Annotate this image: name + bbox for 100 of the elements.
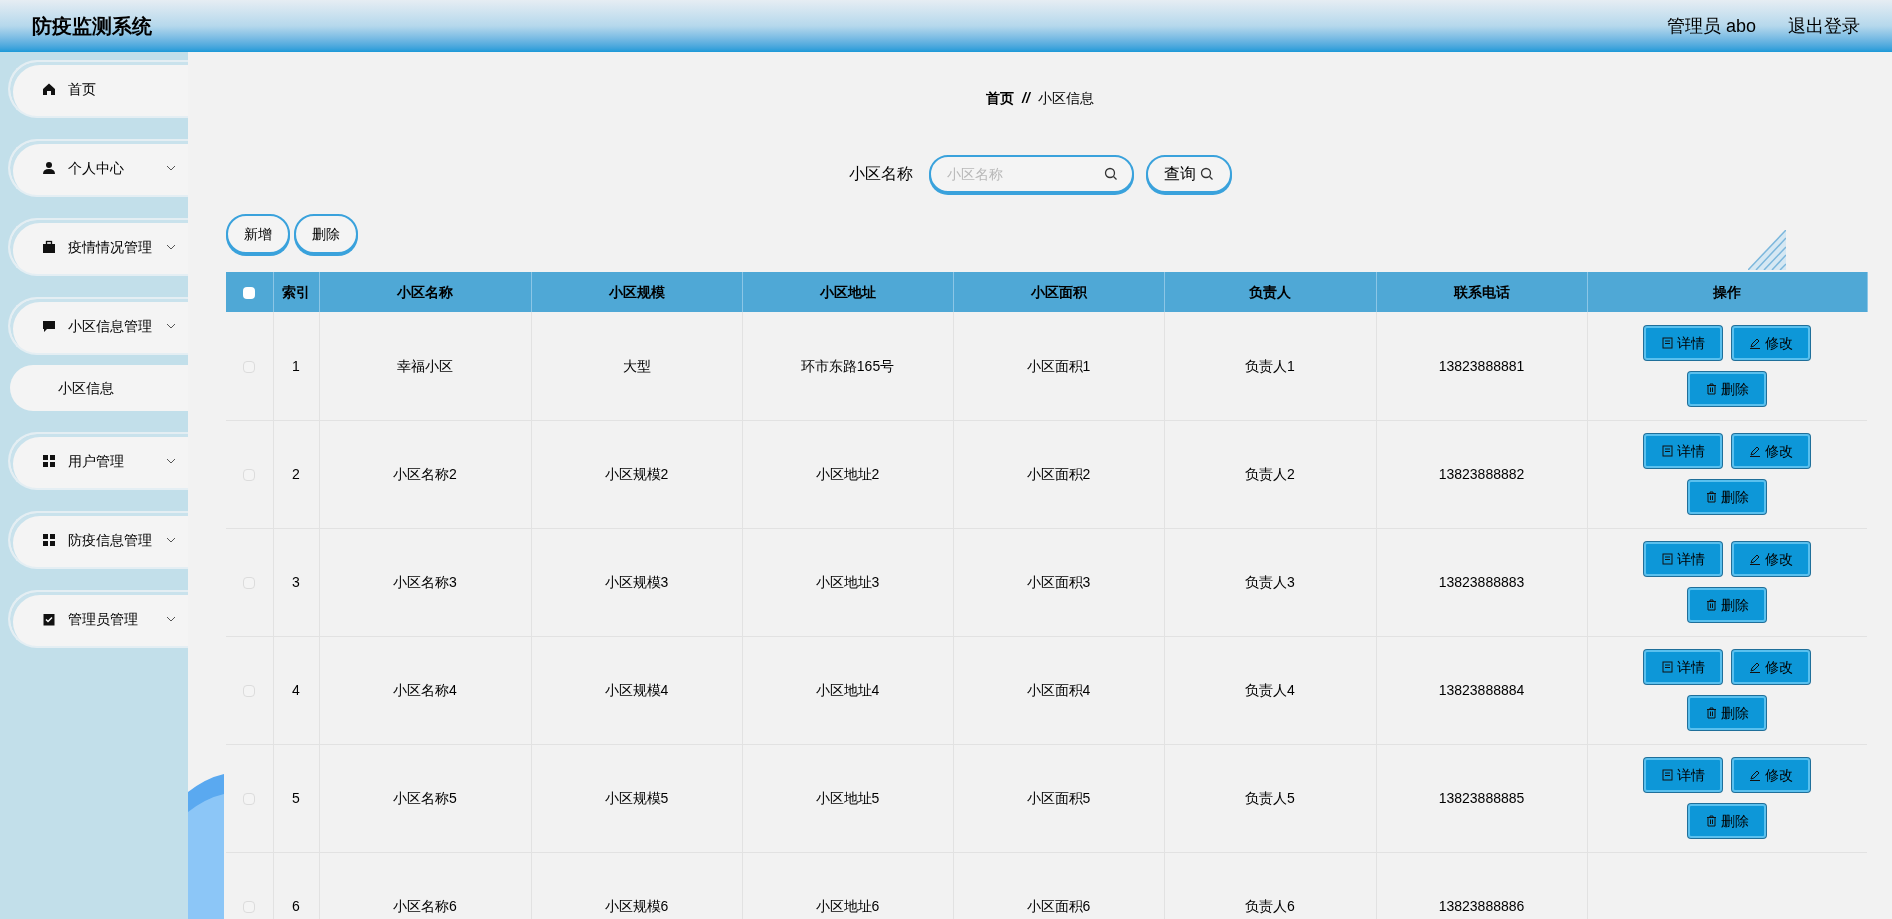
delete-button[interactable]: 删除 [1688, 588, 1767, 622]
breadcrumb-current: 小区信息 [1037, 89, 1094, 108]
menu-item[interactable]: 管理员管理 [8, 590, 188, 648]
trash-icon [1705, 599, 1717, 611]
column-header: 小区面积 [953, 272, 1164, 312]
table-cell: 小区面积2 [1026, 466, 1091, 482]
pencil-icon [1749, 769, 1762, 781]
detail-button[interactable]: 详情 [1644, 434, 1723, 468]
menu-item[interactable]: 防疫信息管理 [8, 511, 188, 569]
trash-icon [1705, 491, 1717, 503]
menu-item[interactable]: 首页 [8, 60, 188, 118]
detail-button[interactable]: 详情 [1644, 325, 1723, 360]
edit-button[interactable]: 修改 [1732, 434, 1811, 468]
column-header: 小区地址 [742, 272, 953, 312]
add-button[interactable]: 新增 [226, 214, 290, 254]
delete-button[interactable]: 删除 [1688, 371, 1767, 406]
table-cell: 小区面积6 [1026, 898, 1091, 914]
menu-item[interactable]: 小区信息管理 [8, 297, 188, 355]
table-cell: 负责人4 [1245, 682, 1295, 698]
table-cell: 小区规模2 [604, 466, 669, 482]
table-cell: 小区名称2 [393, 466, 457, 482]
table-cell: 负责人6 [1245, 898, 1295, 914]
menu-item[interactable]: 疫情情况管理 [8, 218, 188, 276]
user-icon [42, 161, 56, 175]
document-icon [1661, 336, 1673, 349]
table-cell: 小区地址5 [815, 790, 880, 806]
table-cell: 5 [292, 790, 300, 806]
table-cell: 13823888886 [1438, 898, 1525, 914]
row-checkbox[interactable] [243, 901, 256, 914]
table-cell: 小区面积1 [1026, 357, 1091, 374]
pencil-icon [1749, 445, 1762, 457]
row-checkbox[interactable] [243, 469, 256, 482]
table-cell: 大型 [622, 357, 651, 374]
briefcase-icon [42, 240, 56, 254]
edit-button[interactable]: 修改 [1732, 542, 1811, 576]
table-cell: 小区名称4 [393, 682, 457, 698]
edit-button[interactable]: 修改 [1732, 650, 1811, 684]
search-field[interactable]: 小区名称 [928, 155, 1134, 193]
table-cell: 3 [292, 574, 300, 590]
table-cell: 小区规模4 [604, 682, 669, 698]
logout-link[interactable]: 退出登录 [1788, 12, 1860, 40]
table-cell: 幸福小区 [397, 357, 453, 374]
pencil-icon [1749, 553, 1762, 565]
clipboard-icon [42, 612, 56, 626]
document-icon [1661, 661, 1673, 673]
stripe-decoration-drawing [1748, 230, 1786, 270]
table-cell: 13823888884 [1438, 682, 1525, 698]
delete-button[interactable]: 删除 [1688, 696, 1767, 730]
table-cell: 小区规模6 [604, 898, 669, 914]
select-all-checkbox[interactable] [243, 287, 256, 300]
user-label: 管理员 abo [1666, 15, 1756, 38]
submenu-item[interactable]: 小区信息 [10, 365, 188, 411]
chat-icon [42, 319, 56, 333]
table-cell: 小区规模3 [604, 574, 669, 590]
table-cell: 负责人3 [1245, 574, 1295, 590]
pencil-icon [1749, 661, 1762, 673]
table-cell: 6 [292, 898, 300, 914]
column-header: 联系电话 [1376, 272, 1587, 312]
table-cell: 13823888883 [1438, 574, 1525, 590]
search-icon [1199, 167, 1214, 181]
app-title: 防疫监测系统 [32, 14, 152, 39]
detail-button[interactable]: 详情 [1644, 650, 1723, 684]
column-header: 小区规模 [531, 272, 742, 312]
column-header: 负责人 [1164, 272, 1376, 312]
row-checkbox[interactable] [243, 361, 256, 374]
table-cell: 负责人1 [1245, 357, 1295, 374]
row-checkbox[interactable] [243, 577, 256, 590]
row-checkbox[interactable] [243, 793, 256, 806]
detail-button[interactable]: 详情 [1644, 758, 1723, 792]
table-cell: 13823888882 [1438, 466, 1525, 482]
table-cell: 小区面积4 [1026, 682, 1091, 698]
row-checkbox[interactable] [243, 685, 256, 698]
menu-item[interactable]: 个人中心 [8, 139, 188, 197]
table-cell: 小区名称5 [393, 790, 457, 806]
table-cell: 1 [292, 357, 300, 374]
table-cell: 小区地址6 [815, 898, 880, 914]
trash-icon [1705, 707, 1717, 719]
grid-icon [42, 533, 56, 547]
document-icon [1661, 769, 1673, 781]
table-cell: 2 [292, 466, 300, 482]
table-cell: 小区规模5 [604, 790, 669, 806]
table-cell: 13823888885 [1438, 790, 1525, 806]
menu-item[interactable]: 用户管理 [8, 432, 188, 490]
edit-button[interactable]: 修改 [1732, 325, 1811, 360]
query-button[interactable]: 查询 [1145, 155, 1232, 193]
document-icon [1661, 445, 1673, 457]
trash-icon [1705, 815, 1717, 827]
delete-button[interactable]: 删除 [294, 214, 358, 254]
breadcrumb-separator: // [1022, 89, 1030, 108]
column-header: 索引 [273, 272, 319, 312]
delete-button[interactable]: 删除 [1688, 804, 1767, 838]
home-icon [42, 82, 56, 96]
edit-button[interactable]: 修改 [1732, 758, 1811, 792]
table-cell: 4 [292, 682, 300, 698]
breadcrumb-link[interactable]: 首页 [986, 88, 1015, 108]
table-cell: 负责人2 [1245, 466, 1295, 482]
delete-button[interactable]: 删除 [1688, 480, 1767, 514]
detail-button[interactable]: 详情 [1644, 542, 1723, 576]
pencil-icon [1749, 336, 1762, 349]
grid-icon [42, 454, 56, 468]
